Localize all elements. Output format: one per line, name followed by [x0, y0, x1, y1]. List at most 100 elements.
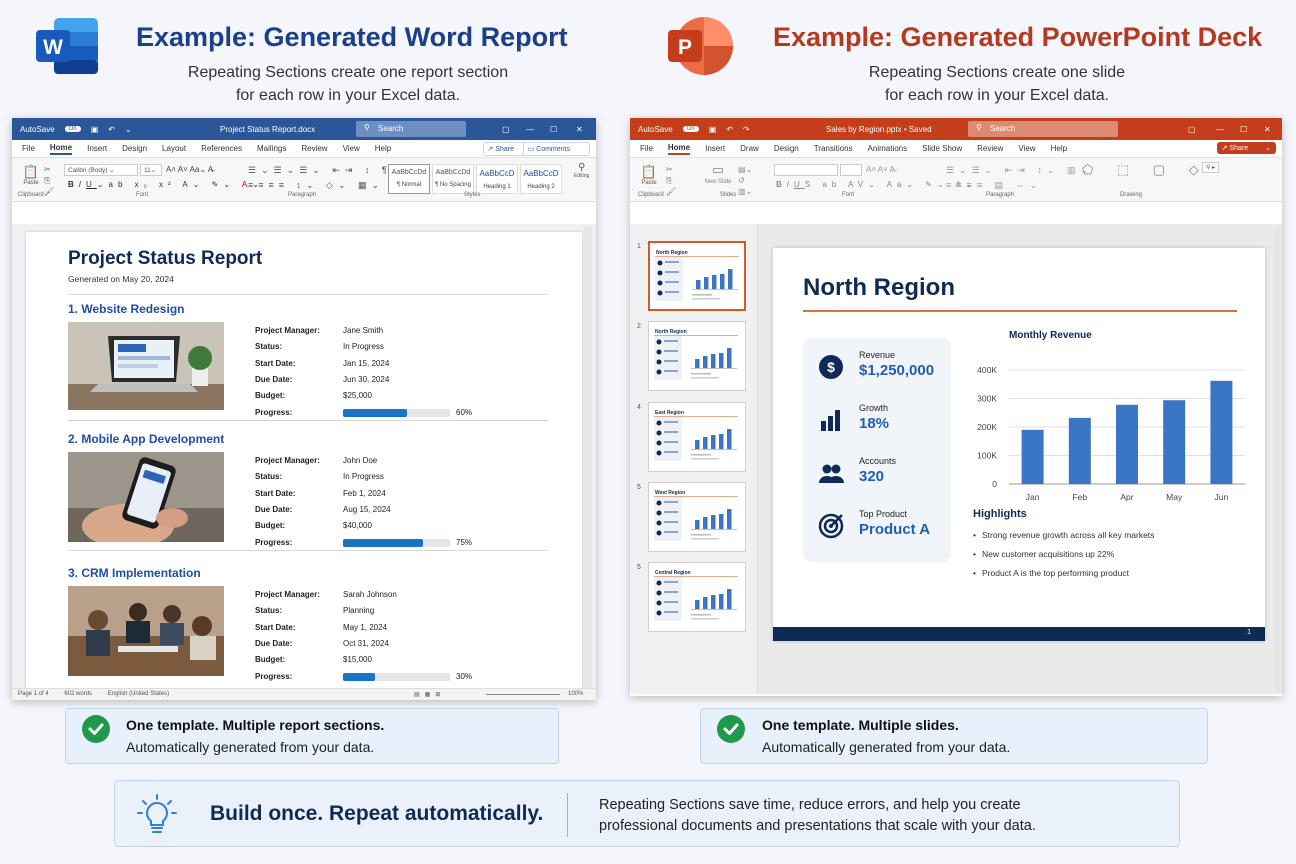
powerpoint-logo-icon: P: [668, 16, 734, 76]
clipboard-tools[interactable]: ✂ ⎘ 🖌: [44, 164, 54, 197]
menu-mailings[interactable]: Mailings: [257, 144, 286, 153]
ribbon-group-clipboard: Clipboard: [18, 192, 44, 198]
ppt-font-name-select[interactable]: [774, 164, 838, 176]
ppt-undo-icon[interactable]: ↶: [726, 125, 733, 134]
new-slide-button[interactable]: ▭ New Slide: [704, 162, 732, 186]
ppt-maximize-icon[interactable]: ☐: [1240, 125, 1247, 134]
autosave-toggle[interactable]: On: [64, 126, 81, 132]
close-icon[interactable]: ✕: [576, 125, 583, 134]
ppt-font-grow[interactable]: A˄ A˅ A̶: [866, 165, 895, 174]
maximize-icon[interactable]: ☐: [550, 125, 557, 134]
align-buttons[interactable]: ≡≡≡≡ ↕⌄ ◇⌄ ▦⌄: [248, 180, 384, 191]
ppt-list-buttons[interactable]: ☰⌄☰⌄ ⇤⇥ ↕⌄ ▥⌄: [946, 165, 1093, 176]
paste-button[interactable]: 📋 Paste: [20, 164, 42, 190]
bar-chart-icon: [818, 407, 844, 433]
font-name-value: Calibri (Body): [68, 167, 108, 174]
save-icon[interactable]: ▣: [91, 125, 99, 134]
kpi-label: Revenue: [859, 350, 896, 360]
y-tick-label: 100K: [977, 451, 997, 461]
ppt-ribbon-display-icon[interactable]: ▢: [1188, 125, 1196, 134]
style-heading-1[interactable]: AaBbCcD Heading 1: [476, 164, 518, 194]
drawing-tools[interactable]: ⬠ ⬚ ▢ ◇: [1082, 162, 1209, 178]
font-format-buttons[interactable]: BIU⌄ab x₂ x² A⌄ ✎⌄ A⌄: [68, 180, 264, 189]
ppt-ribbon-group-drawing: Drawing: [1120, 192, 1143, 198]
thumbnail-number: 4: [637, 404, 641, 411]
menu-design[interactable]: Design: [122, 144, 147, 153]
list-buttons[interactable]: ☰⌄☰⌄☰⌄ ⇤⇥ ↕ ¶: [248, 165, 392, 176]
font-name-select[interactable]: Calibri (Body) ⌄: [64, 164, 138, 176]
style-heading-2[interactable]: AaBbCcD Heading 2: [520, 164, 562, 194]
font-grow-shrink[interactable]: A˄ A˅ Aa⌄ A̶: [166, 165, 213, 174]
kpi-value: 18%: [859, 415, 890, 432]
slide-thumbnail[interactable]: West Region: [648, 482, 746, 552]
quick-access-dropdown-icon[interactable]: ⌄: [125, 125, 132, 134]
menu-transitions[interactable]: Transitions: [814, 144, 853, 153]
current-slide[interactable]: North Region $ Revenue $1,250,000 Growth 18%…: [773, 248, 1265, 641]
menu-help[interactable]: Help: [1051, 144, 1067, 153]
field-label-start: Start Date:: [255, 622, 296, 632]
field-value-due: Oct 31, 2024: [343, 638, 389, 648]
ppt-paste-button[interactable]: 📋 Paste: [638, 164, 660, 190]
menu-view[interactable]: View: [343, 144, 360, 153]
menu-animations[interactable]: Animations: [868, 144, 908, 153]
slide-thumbnail[interactable]: Central Region: [648, 562, 746, 632]
field-label-progress: Progress:: [255, 537, 293, 547]
menu-review[interactable]: Review: [977, 144, 1003, 153]
comments-button[interactable]: ▭ Comments: [522, 142, 590, 156]
menu-draw[interactable]: Draw: [740, 144, 759, 153]
ppt-minimize-icon[interactable]: —: [1216, 125, 1224, 134]
style-no-spacing[interactable]: AaBbCcDd ¶ No Spacing: [432, 164, 474, 194]
menu-file[interactable]: File: [640, 144, 653, 153]
zoom-slider[interactable]: [486, 694, 560, 695]
new-slide-label: New Slide: [704, 179, 732, 185]
banner-text-line1: Repeating Sections save time, reduce err…: [599, 797, 1021, 813]
menu-layout[interactable]: Layout: [162, 144, 186, 153]
highlight-item: • Product A is the top performing product: [973, 568, 1129, 578]
slide-thumbnail[interactable]: East Region: [648, 402, 746, 472]
slide-title-underline: [803, 310, 1237, 312]
editing-button[interactable]: ⚲ Editing: [574, 162, 589, 179]
word-scrollbar[interactable]: [584, 226, 592, 688]
section-photo: [68, 586, 224, 676]
menu-home[interactable]: Home: [667, 143, 691, 155]
ppt-share-button[interactable]: ↗ Share ⌄: [1216, 142, 1276, 154]
menu-view[interactable]: View: [1018, 144, 1035, 153]
ppt-editing-button[interactable]: ⚲ ▸: [1202, 162, 1220, 173]
undo-icon[interactable]: ↶: [108, 125, 115, 134]
ppt-autosave-toggle[interactable]: On: [682, 126, 699, 132]
y-tick-label: 0: [992, 479, 997, 489]
view-buttons[interactable]: ▤ ▦ ⊞: [414, 691, 440, 698]
menu-design[interactable]: Design: [774, 144, 799, 153]
ppt-scrollbar[interactable]: [1274, 230, 1280, 690]
ppt-callout-line1: One template. Multiple slides.: [762, 717, 959, 733]
ribbon-display-icon[interactable]: ▢: [502, 125, 510, 134]
slide-layout-tools[interactable]: ▤⌄ ↺ ▥⌄: [738, 164, 752, 197]
ppt-search-input[interactable]: ⚲ Search: [968, 121, 1118, 137]
ppt-redo-icon[interactable]: ↷: [743, 125, 750, 134]
ppt-align-buttons[interactable]: ≡≡≡≡ ▤ ⇔⌄: [946, 180, 1042, 191]
menu-help[interactable]: Help: [375, 144, 391, 153]
menu-review[interactable]: Review: [301, 144, 327, 153]
ppt-ribbon-group-slides: Slides: [720, 192, 737, 198]
ppt-title-bar: AutoSave On ▣ ↶ ↷ Sales by Region.pptx •…: [630, 118, 1282, 140]
ppt-save-icon[interactable]: ▣: [709, 125, 717, 134]
slide-thumbnail[interactable]: North Region: [648, 321, 746, 391]
menu-insert[interactable]: Insert: [87, 144, 107, 153]
style-normal[interactable]: AaBbCcDd ¶ Normal: [388, 164, 430, 194]
ppt-close-icon[interactable]: ✕: [1264, 125, 1271, 134]
word-search-input[interactable]: ⚲ Search: [356, 121, 466, 137]
menu-insert[interactable]: Insert: [705, 144, 725, 153]
menu-references[interactable]: References: [201, 144, 242, 153]
x-tick-label: May: [1166, 492, 1183, 502]
word-status-bar: Page 1 of 4 602 words English (United St…: [12, 688, 596, 700]
ppt-clipboard-tools[interactable]: ✂ ⎘ 🖌: [666, 164, 676, 197]
menu-file[interactable]: File: [22, 144, 35, 153]
word-subtitle-line1: Repeating Sections create one report sec…: [187, 64, 509, 81]
slide-thumbnail-pane: 1 North Region 2 North Region 4 East Region 5 W…: [630, 224, 758, 694]
slide-thumbnail[interactable]: North Region: [648, 241, 746, 311]
menu-home[interactable]: Home: [49, 143, 73, 155]
menu-slide-show[interactable]: Slide Show: [922, 144, 962, 153]
ppt-font-size-select[interactable]: [840, 164, 862, 176]
minimize-icon[interactable]: —: [526, 125, 534, 134]
font-size-select[interactable]: 11⌄: [140, 164, 162, 176]
